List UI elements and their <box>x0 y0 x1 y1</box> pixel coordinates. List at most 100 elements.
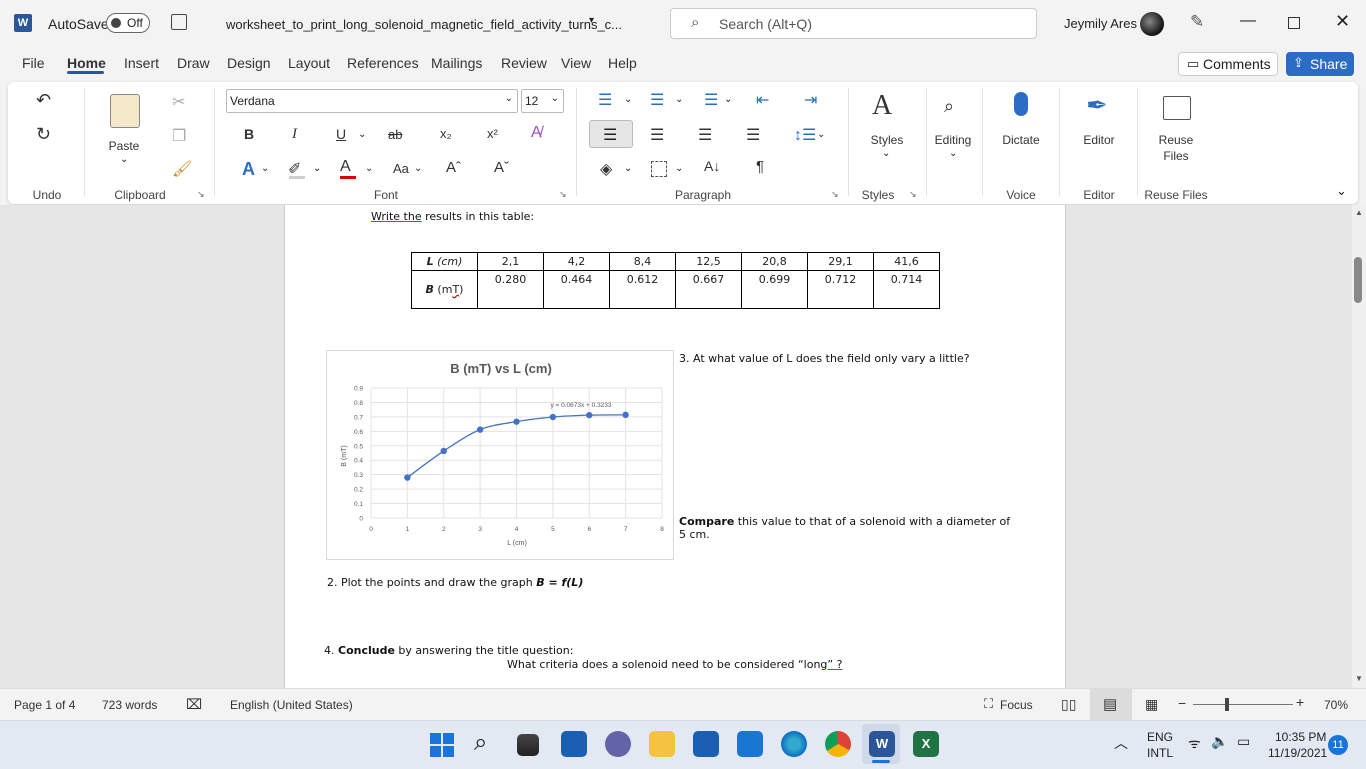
input-keyboard[interactable]: INTL <box>1147 746 1173 760</box>
microphone-icon[interactable] <box>1014 92 1028 116</box>
multilevel-list-icon[interactable]: ☰ <box>704 90 718 110</box>
underline-chevron-icon[interactable]: ⌄ <box>358 129 366 140</box>
decrease-indent-icon[interactable]: ⇤ <box>756 90 769 110</box>
styles-chevron-icon[interactable]: ⌄ <box>882 148 890 159</box>
designer-pen-icon[interactable]: ✎ <box>1190 12 1204 32</box>
align-right-icon[interactable]: ☰ <box>698 125 712 145</box>
grow-font-icon[interactable]: Aˆ <box>446 159 461 176</box>
line-spacing-icon[interactable]: ↕☰ <box>794 125 816 145</box>
tab-view[interactable]: View <box>561 55 591 71</box>
excel-taskbar-icon[interactable]: X <box>913 731 939 757</box>
font-launcher-icon[interactable]: ↘ <box>559 189 567 200</box>
tab-help[interactable]: Help <box>608 55 637 71</box>
strikethrough-button[interactable]: ab <box>388 127 402 142</box>
bullets-icon[interactable]: ☰ <box>598 90 612 110</box>
zoom-slider-track[interactable] <box>1193 704 1293 705</box>
restore-icon[interactable] <box>1288 17 1300 29</box>
word-count[interactable]: 723 words <box>102 698 157 712</box>
tab-file[interactable]: File <box>22 55 45 71</box>
find-icon[interactable]: ⌕ <box>944 96 954 117</box>
page-count[interactable]: Page 1 of 4 <box>14 698 75 712</box>
start-icon[interactable] <box>430 733 454 757</box>
bold-button[interactable]: B <box>244 126 254 142</box>
search-box[interactable]: ⌕ Search (Alt+Q) <box>670 8 1037 39</box>
paste-icon[interactable] <box>110 94 140 128</box>
read-mode-icon[interactable]: ▯▯ <box>1061 696 1076 713</box>
wifi-icon[interactable]: ᯤ <box>1188 734 1201 753</box>
tray-chevron-icon[interactable]: ︿ <box>1114 733 1128 753</box>
file-explorer-icon[interactable] <box>649 731 675 757</box>
chart-container[interactable]: B (mT) vs L (cm) 0 0.1 0.2 0.3 0.4 0.5 0.6 0.7 0… <box>326 350 674 560</box>
battery-icon[interactable]: ▭ <box>1237 733 1250 750</box>
tab-mailings[interactable]: Mailings <box>431 55 482 71</box>
task-view-icon[interactable] <box>517 734 539 756</box>
highlight-chevron-icon[interactable]: ⌄ <box>313 163 321 174</box>
underline-button[interactable]: U <box>336 126 346 142</box>
user-name[interactable]: Jeymily Ares <box>1064 16 1137 31</box>
mail-icon[interactable] <box>737 731 763 757</box>
clock-date[interactable]: 11/19/2021 <box>1268 746 1327 760</box>
save-icon[interactable] <box>171 14 187 30</box>
format-painter-icon[interactable]: 🖌 <box>172 159 192 179</box>
tab-draw[interactable]: Draw <box>177 55 210 71</box>
tab-layout[interactable]: Layout <box>288 55 330 71</box>
taskbar-search-icon[interactable]: ⌕ <box>474 729 487 757</box>
focus-icon[interactable]: ⛶ <box>984 696 993 712</box>
notification-badge[interactable]: 11 <box>1328 735 1348 755</box>
text-effects-icon[interactable]: A <box>242 159 255 180</box>
editor-pen-icon[interactable]: ✒ <box>1086 90 1108 121</box>
title-chevron-down-icon[interactable]: ▾ <box>589 15 594 26</box>
shading-chevron-icon[interactable]: ⌄ <box>624 163 632 174</box>
zoom-out-icon[interactable]: − <box>1178 695 1186 711</box>
share-button[interactable]: ⇪ Share <box>1286 52 1354 76</box>
reuse-files-label-1[interactable]: Reuse <box>1150 133 1202 147</box>
show-formatting-button[interactable]: ¶ <box>756 158 764 175</box>
multilevel-chevron-icon[interactable]: ⌄ <box>724 94 732 105</box>
bullets-chevron-icon[interactable]: ⌄ <box>624 94 632 105</box>
avatar[interactable] <box>1140 12 1164 36</box>
redo-icon[interactable]: ↻ <box>36 124 51 145</box>
line-spacing-chevron-icon[interactable]: ⌄ <box>817 129 825 140</box>
widgets-icon[interactable] <box>561 731 587 757</box>
editing-chevron-icon[interactable]: ⌄ <box>949 148 957 159</box>
numbering-icon[interactable]: ☰ <box>650 90 664 110</box>
comments-button[interactable]: ▭ Comments <box>1178 52 1278 76</box>
scroll-down-icon[interactable]: ▼ <box>1355 674 1363 683</box>
styles-button-label[interactable]: Styles <box>862 133 912 147</box>
editor-button-label[interactable]: Editor <box>1074 133 1124 147</box>
vertical-scrollbar[interactable]: ▲ ▼ <box>1352 205 1366 688</box>
tab-home[interactable]: Home <box>67 55 106 71</box>
scroll-up-icon[interactable]: ▲ <box>1355 208 1363 217</box>
clear-formatting-icon[interactable]: A̸ <box>531 124 542 142</box>
print-layout-button[interactable]: ▤ <box>1090 689 1132 721</box>
zoom-slider-thumb[interactable] <box>1225 698 1229 711</box>
word-taskbar-icon[interactable]: W <box>869 731 895 757</box>
language-indicator[interactable]: English (United States) <box>230 698 353 712</box>
subscript-button[interactable]: x₂ <box>440 126 452 141</box>
input-language[interactable]: ENG <box>1147 730 1173 744</box>
superscript-button[interactable]: x² <box>487 126 498 141</box>
document-title[interactable]: worksheet_to_print_long_solenoid_magneti… <box>226 17 622 32</box>
cut-icon[interactable]: ✂ <box>172 92 185 112</box>
copy-icon[interactable]: ❐ <box>172 126 186 146</box>
chrome-icon[interactable] <box>825 731 851 757</box>
justify-icon[interactable]: ☰ <box>746 125 760 145</box>
tab-review[interactable]: Review <box>501 55 547 71</box>
editing-button-label[interactable]: Editing <box>928 133 978 147</box>
focus-label[interactable]: Focus <box>1000 698 1033 712</box>
font-name-select[interactable]: Verdana ⌄ <box>226 89 518 113</box>
collapse-ribbon-icon[interactable]: ⌄ <box>1336 183 1347 199</box>
document-page[interactable]: Write the results in this table: L (cm) … <box>284 205 1066 688</box>
reuse-files-label-2[interactable]: Files <box>1150 149 1202 163</box>
clock-time[interactable]: 10:35 PM <box>1275 730 1326 744</box>
undo-icon[interactable]: ↶ <box>36 90 51 111</box>
edge-icon[interactable] <box>781 731 807 757</box>
styles-icon[interactable]: A <box>872 90 892 122</box>
teams-chat-icon[interactable] <box>605 731 631 757</box>
borders-chevron-icon[interactable]: ⌄ <box>675 163 683 174</box>
align-left-button[interactable]: ☰ <box>589 120 633 148</box>
numbering-chevron-icon[interactable]: ⌄ <box>675 94 683 105</box>
borders-icon[interactable] <box>651 161 667 177</box>
autosave-toggle[interactable]: Off <box>106 13 150 33</box>
volume-icon[interactable]: 🔈 <box>1211 733 1228 750</box>
